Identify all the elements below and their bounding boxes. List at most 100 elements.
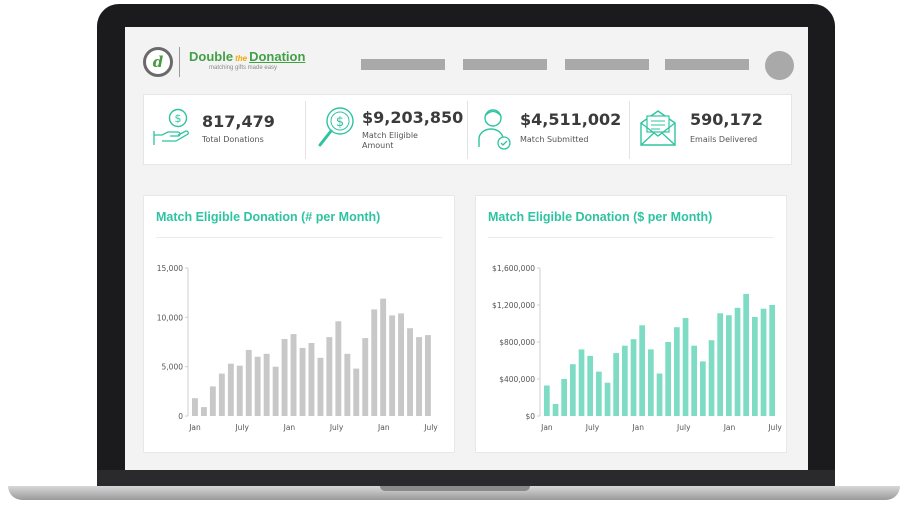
bar[interactable] <box>743 293 749 416</box>
bar[interactable] <box>648 349 654 416</box>
bar[interactable] <box>596 371 602 416</box>
bar[interactable] <box>326 337 333 416</box>
bar[interactable] <box>717 313 723 416</box>
x-tick-label: Jan <box>723 423 736 432</box>
bar[interactable] <box>769 305 775 416</box>
bar[interactable] <box>700 361 706 416</box>
stats-strip: $ 817,479 Total Donations $ $9,203,850 M… <box>143 94 792 165</box>
bar[interactable] <box>344 353 351 416</box>
bar[interactable] <box>254 356 261 416</box>
bar[interactable] <box>760 308 767 416</box>
x-tick-label: Jan <box>540 423 553 432</box>
logo-mark-icon[interactable]: d <box>143 47 173 77</box>
x-tick-label: July <box>329 423 344 432</box>
y-tick-label: 15,000 <box>157 264 183 273</box>
bar[interactable] <box>578 349 585 416</box>
y-tick-label: $400,000 <box>499 375 535 384</box>
bar[interactable] <box>389 315 396 416</box>
svg-text:$: $ <box>336 115 344 130</box>
logo-word-the: the <box>235 54 248 63</box>
bar[interactable] <box>630 339 637 416</box>
y-tick-label: $800,000 <box>499 338 535 347</box>
bar[interactable] <box>407 328 413 416</box>
bar[interactable] <box>674 327 680 416</box>
logo-word-double: Double <box>189 49 234 64</box>
dashboard-screen: d Double the Donation matching gifts made … <box>125 27 808 470</box>
stat-value: 590,172 <box>690 110 763 129</box>
x-tick-label: Jan <box>283 423 296 432</box>
avatar[interactable] <box>765 51 794 80</box>
bar[interactable] <box>544 385 550 417</box>
bar[interactable] <box>201 407 207 416</box>
bar[interactable] <box>218 373 225 416</box>
bar[interactable] <box>236 365 243 416</box>
bar[interactable] <box>362 338 369 416</box>
logo-wordmark[interactable]: Double the Donation <box>189 49 305 64</box>
stat-label: Emails Delivered <box>690 135 758 144</box>
stat-label: Match Eligible Amount <box>362 131 418 150</box>
stat-value: $4,511,002 <box>520 110 622 129</box>
bar[interactable] <box>691 345 697 416</box>
bar[interactable] <box>290 334 297 416</box>
bar[interactable] <box>682 318 689 416</box>
bar[interactable] <box>708 340 715 416</box>
chart-title: Match Eligible Donation ($ per Month) <box>488 210 713 224</box>
nav-item-4[interactable] <box>665 59 749 70</box>
logo-tagline: matching gifts made easy <box>209 65 278 71</box>
logo-word-donation: Donation <box>249 49 306 64</box>
bar[interactable] <box>613 353 619 416</box>
bar[interactable] <box>263 353 270 416</box>
x-tick-label: July <box>585 423 600 432</box>
bar[interactable] <box>726 315 732 416</box>
bar[interactable] <box>665 342 671 416</box>
nav-item-1[interactable] <box>361 59 445 70</box>
dollar-magnifier-icon: $ <box>318 107 354 147</box>
chart-count-per-month: 15,000 10,000 5,000 0 Jan July Jan July Jan July <box>157 264 439 432</box>
nav-item-2[interactable] <box>463 59 547 70</box>
y-tick-label: 10,000 <box>157 313 183 322</box>
bar[interactable] <box>622 345 628 416</box>
nav-item-3[interactable] <box>565 59 649 70</box>
bar[interactable] <box>604 382 611 416</box>
bar[interactable] <box>192 398 198 416</box>
bar[interactable] <box>398 313 404 416</box>
chart-amount-per-month: $1,600,000 $1,200,000 $800,000 $400,000 $0 Ja… <box>492 264 782 432</box>
bar[interactable] <box>416 337 422 416</box>
bar[interactable] <box>308 343 315 416</box>
bar[interactable] <box>317 357 324 416</box>
x-tick-label: Jan <box>188 423 201 432</box>
person-check-icon <box>478 109 511 150</box>
card-divider <box>156 237 442 238</box>
bar[interactable] <box>299 347 306 416</box>
bar[interactable] <box>570 364 576 416</box>
bar[interactable] <box>587 355 593 416</box>
bar[interactable] <box>752 317 758 416</box>
bar[interactable] <box>425 335 431 416</box>
bar[interactable] <box>272 366 279 416</box>
laptop-notch <box>380 486 530 491</box>
stat-match-submitted: $4,511,002 Match Submitted <box>468 95 628 166</box>
y-tick-label: $1,600,000 <box>492 264 535 273</box>
header: d Double the Donation matching gifts made … <box>125 27 808 89</box>
stat-emails-delivered: 590,172 Emails Delivered <box>630 95 793 166</box>
x-tick-label: Jan <box>377 423 390 432</box>
stat-value: $9,203,850 <box>362 108 464 127</box>
x-tick-label: July <box>423 423 438 432</box>
y-tick-label: 5,000 <box>162 363 184 372</box>
bar[interactable] <box>245 349 252 416</box>
bar[interactable] <box>561 379 567 416</box>
bar[interactable] <box>552 404 559 416</box>
bar[interactable] <box>227 363 234 416</box>
bar[interactable] <box>209 386 216 416</box>
bar[interactable] <box>371 309 378 416</box>
x-tick-label: July <box>676 423 691 432</box>
bar[interactable] <box>639 325 645 416</box>
bar[interactable] <box>281 339 288 416</box>
bar[interactable] <box>335 321 342 416</box>
bar[interactable] <box>380 298 387 416</box>
bar[interactable] <box>734 307 741 416</box>
bar[interactable] <box>353 368 360 416</box>
x-tick-label: July <box>234 423 249 432</box>
envelope-icon <box>640 110 676 146</box>
bar[interactable] <box>656 373 663 417</box>
